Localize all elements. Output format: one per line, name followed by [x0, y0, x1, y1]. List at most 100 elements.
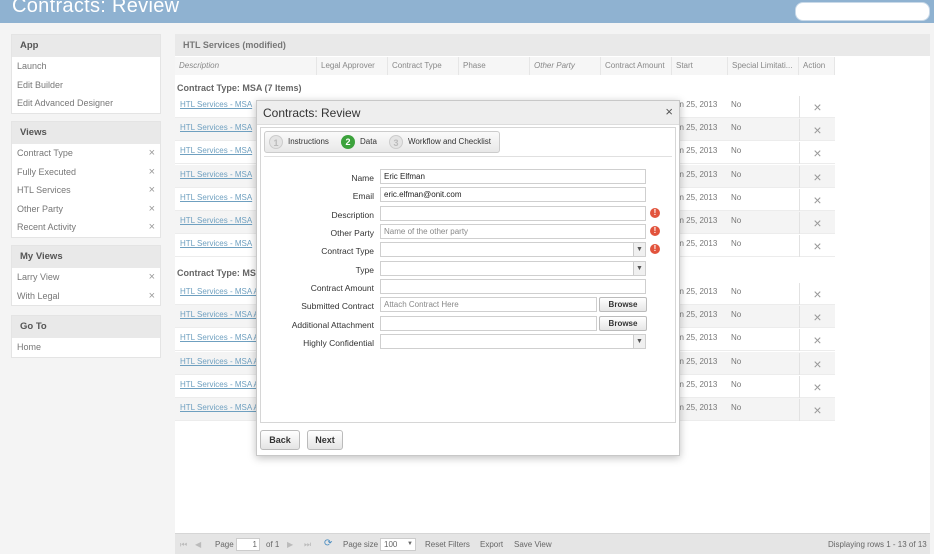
remove-icon[interactable]: × — [799, 165, 835, 188]
description-link[interactable]: HTL Services - MSA A — [180, 357, 259, 366]
sidebar-item-with-legal[interactable]: With Legal × — [12, 287, 160, 306]
remove-icon[interactable]: × — [799, 96, 835, 118]
chevron-down-icon: ▼ — [633, 262, 645, 275]
description-link[interactable]: HTL Services - MSA — [180, 170, 252, 179]
remove-icon[interactable]: × — [149, 181, 155, 200]
name-field[interactable]: Eric Elfman — [380, 169, 646, 184]
remove-icon[interactable]: × — [799, 329, 835, 352]
start-date: an 25, 2013 — [675, 100, 718, 109]
remove-icon[interactable]: × — [149, 200, 155, 219]
remove-icon[interactable]: × — [799, 399, 835, 421]
submitted-contract-browse-button[interactable]: Browse — [599, 297, 647, 312]
sidebar-item-label: HTL Services — [17, 185, 71, 195]
column-header-description[interactable]: Description — [175, 57, 317, 75]
sidebar-go-to-panel: Go To Home — [11, 315, 161, 358]
description-link[interactable]: HTL Services - MSA A — [180, 310, 259, 319]
group-header[interactable]: Contract Type: MSA — [177, 268, 262, 278]
contract-type-select[interactable]: ▼ — [380, 242, 646, 257]
page-size-select[interactable]: 100 ▼ — [380, 538, 416, 551]
description-link[interactable]: HTL Services - MSA — [180, 239, 252, 248]
group-header[interactable]: Contract Type: MSA (7 Items) — [177, 83, 302, 93]
sidebar-item-edit-advanced-designer[interactable]: Edit Advanced Designer — [12, 94, 160, 113]
first-page-icon[interactable]: ⏮ — [180, 540, 187, 550]
page-title: Contracts: Review — [12, 0, 180, 17]
description-link[interactable]: HTL Services - MSA — [180, 216, 252, 225]
description-link[interactable]: HTL Services - MSA — [180, 193, 252, 202]
dialog-titlebar[interactable]: Contracts: Review × — [257, 101, 679, 125]
remove-icon[interactable]: × — [799, 212, 835, 234]
remove-icon[interactable]: × — [149, 218, 155, 237]
remove-icon[interactable]: × — [149, 287, 155, 306]
export-link[interactable]: Export — [480, 540, 503, 549]
column-header-start[interactable]: Start — [672, 57, 728, 75]
start-date: an 25, 2013 — [675, 146, 718, 156]
sidebar-item-fully-executed[interactable]: Fully Executed × — [12, 163, 160, 182]
refresh-icon[interactable]: ⟳ — [324, 538, 332, 549]
remove-icon[interactable]: × — [149, 163, 155, 182]
save-view-link[interactable]: Save View — [514, 540, 552, 549]
additional-attachment-browse-button[interactable]: Browse — [599, 316, 647, 331]
column-header-special-limitations[interactable]: Special Limitati... — [728, 57, 799, 75]
prev-page-icon[interactable]: ◀ — [195, 540, 201, 549]
column-header-action[interactable]: Action — [799, 57, 835, 75]
start-date: an 25, 2013 — [675, 287, 718, 296]
sidebar-item-htl-services[interactable]: HTL Services × — [12, 181, 160, 200]
remove-icon[interactable]: × — [799, 119, 835, 142]
next-page-icon[interactable]: ▶ — [287, 540, 293, 549]
description-link[interactable]: HTL Services - MSA — [180, 146, 252, 155]
column-header-other-party[interactable]: Other Party — [530, 57, 601, 75]
other-party-field[interactable]: Name of the other party — [380, 224, 646, 239]
start-date: an 25, 2013 — [675, 216, 718, 225]
description-link[interactable]: HTL Services - MSA A — [180, 287, 259, 296]
sidebar-item-contract-type[interactable]: Contract Type × — [12, 144, 160, 163]
search-input[interactable] — [795, 2, 930, 21]
highly-confidential-select[interactable]: ▼ — [380, 334, 646, 349]
contract-amount-field[interactable] — [380, 279, 646, 294]
start-date: an 25, 2013 — [675, 239, 718, 249]
submitted-contract-field[interactable]: Attach Contract Here — [380, 297, 597, 312]
additional-attachment-field[interactable] — [380, 316, 597, 331]
description-link[interactable]: HTL Services - MSA A — [180, 333, 259, 342]
remove-icon[interactable]: × — [799, 188, 835, 211]
step-number: 1 — [269, 135, 283, 149]
special-limitations-value: No — [731, 100, 742, 109]
close-icon[interactable]: × — [665, 104, 673, 119]
back-button[interactable]: Back — [260, 430, 300, 450]
remove-icon[interactable]: × — [149, 268, 155, 287]
sidebar-item-larry-view[interactable]: Larry View × — [12, 268, 160, 287]
review-dialog: Contracts: Review × 1 Instructions 2 Dat… — [256, 100, 680, 456]
sidebar-item-home[interactable]: Home — [12, 338, 160, 357]
column-header-phase[interactable]: Phase — [459, 57, 530, 75]
description-field[interactable] — [380, 206, 646, 221]
email-field[interactable]: eric.elfman@onit.com — [380, 187, 646, 202]
type-select[interactable]: ▼ — [380, 261, 646, 276]
reset-filters-link[interactable]: Reset Filters — [425, 540, 470, 549]
page-number-input[interactable]: 1 — [236, 538, 260, 551]
sidebar-item-recent-activity[interactable]: Recent Activity × — [12, 218, 160, 237]
remove-icon[interactable]: × — [799, 142, 835, 165]
column-header-legal-approver[interactable]: Legal Approver — [317, 57, 388, 75]
description-link[interactable]: HTL Services - MSA — [180, 123, 252, 132]
chevron-down-icon: ▼ — [407, 541, 413, 547]
start-date: an 25, 2013 — [675, 333, 718, 343]
email-label: Email — [352, 191, 374, 201]
column-header-contract-amount[interactable]: Contract Amount — [601, 57, 672, 75]
remove-icon[interactable]: × — [799, 352, 835, 375]
description-link[interactable]: HTL Services - MSA — [180, 100, 252, 109]
sidebar-item-edit-builder[interactable]: Edit Builder — [12, 76, 160, 95]
remove-icon[interactable]: × — [799, 283, 835, 305]
sidebar-item-launch[interactable]: Launch — [12, 57, 160, 76]
column-header-contract-type[interactable]: Contract Type — [388, 57, 459, 75]
step-number: 2 — [341, 135, 355, 149]
remove-icon[interactable]: × — [799, 306, 835, 329]
remove-icon[interactable]: × — [799, 235, 835, 258]
step-label: Workflow and Checklist — [408, 137, 491, 146]
last-page-icon[interactable]: ⏭ — [304, 540, 311, 550]
sidebar-item-other-party[interactable]: Other Party × — [12, 200, 160, 219]
grid-title: HTL Services (modified) — [175, 34, 930, 56]
description-link[interactable]: HTL Services - MSA A — [180, 403, 259, 412]
remove-icon[interactable]: × — [149, 144, 155, 163]
remove-icon[interactable]: × — [799, 375, 835, 398]
next-button[interactable]: Next — [307, 430, 343, 450]
description-link[interactable]: HTL Services - MSA A — [180, 380, 259, 389]
